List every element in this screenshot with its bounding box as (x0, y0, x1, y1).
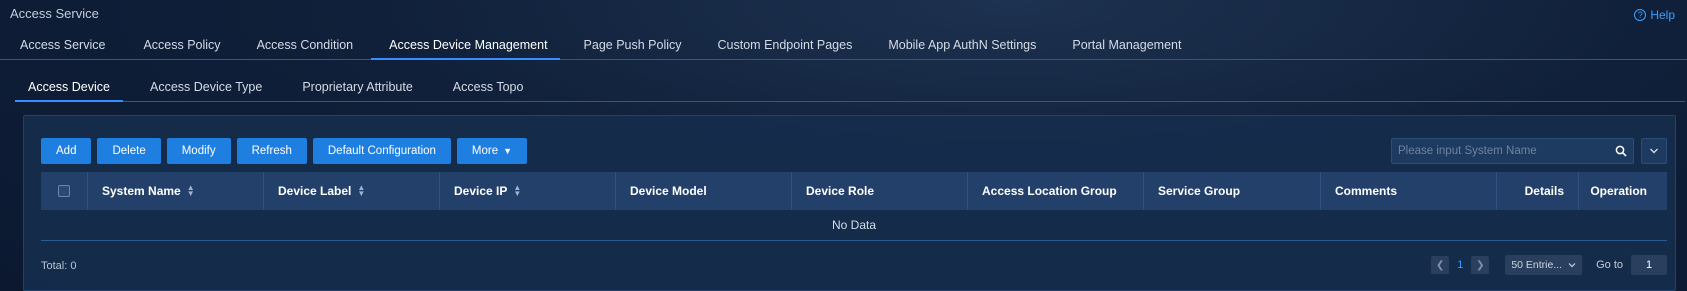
column-header-service-group: Service Group (1144, 172, 1321, 210)
column-header-system-name[interactable]: System Name ▲ ▼ (88, 172, 264, 210)
sort-icon: ▲ ▼ (513, 183, 522, 198)
select-all-checkbox[interactable] (58, 185, 70, 197)
column-header-device-model: Device Model (616, 172, 792, 210)
chevron-down-icon: ▼ (503, 146, 513, 156)
search-input[interactable] (1392, 145, 1609, 157)
page-size-select[interactable]: 50 Entrie... (1505, 255, 1583, 275)
refresh-button[interactable]: Refresh (236, 138, 307, 164)
content-panel: Add Delete Modify Refresh Default Config… (23, 115, 1676, 291)
total-count: Total: 0 (41, 260, 77, 272)
delete-button[interactable]: Delete (97, 138, 161, 164)
tab-proprietary-attribute[interactable]: Proprietary Attribute (289, 78, 425, 102)
help-label: Help (1650, 8, 1675, 22)
help-link[interactable]: ? Help (1634, 8, 1675, 22)
next-page-button[interactable]: ❯ (1471, 256, 1490, 274)
tab-access-topo[interactable]: Access Topo (440, 78, 537, 102)
tab-mobile-app-authn-settings[interactable]: Mobile App AuthN Settings (870, 36, 1054, 60)
empty-state: No Data (41, 210, 1667, 241)
main-tab-bar: Access Service Access Policy Access Cond… (0, 36, 1687, 60)
column-label: Device Label (278, 184, 352, 198)
column-header-operation: Operation (1590, 184, 1647, 198)
pagination: ❮ 1 ❯ 50 Entrie... Go to (1431, 255, 1667, 275)
tab-portal-management[interactable]: Portal Management (1054, 36, 1199, 60)
goto-page-input[interactable] (1631, 255, 1667, 275)
advanced-search-toggle[interactable] (1641, 138, 1667, 164)
tab-custom-endpoint-pages[interactable]: Custom Endpoint Pages (700, 36, 871, 60)
toolbar: Add Delete Modify Refresh Default Config… (41, 138, 528, 164)
more-label: More (471, 145, 499, 157)
chevron-down-icon (1650, 148, 1658, 154)
page-number[interactable]: 1 (1457, 259, 1463, 271)
search-icon[interactable] (1609, 139, 1633, 163)
table-footer: Total: 0 ❮ 1 ❯ 50 Entrie... Go to (41, 255, 1667, 277)
sub-tab-bar: Access Device Access Device Type Proprie… (15, 78, 1685, 102)
more-button[interactable]: More ▼ (456, 138, 528, 164)
prev-page-button[interactable]: ❮ (1431, 256, 1450, 274)
help-icon: ? (1634, 9, 1647, 21)
page-title: Access Service (10, 6, 99, 21)
default-configuration-button[interactable]: Default Configuration (312, 138, 451, 164)
column-label: System Name (102, 184, 181, 198)
goto-label: Go to (1596, 259, 1623, 271)
tab-access-condition[interactable]: Access Condition (239, 36, 372, 60)
search-box (1391, 138, 1634, 164)
modify-button[interactable]: Modify (166, 138, 231, 164)
tab-access-policy[interactable]: Access Policy (125, 36, 238, 60)
table-header: System Name ▲ ▼ Device Label ▲ ▼ Device IP… (41, 172, 1667, 210)
column-header-details: Details (1497, 172, 1579, 210)
header-checkbox-cell (41, 172, 88, 210)
tab-access-service[interactable]: Access Service (0, 36, 125, 60)
column-header-access-location-group: Access Location Group (968, 172, 1144, 210)
column-header-device-role: Device Role (792, 172, 968, 210)
page-size-value: 50 Entrie... (1511, 259, 1563, 271)
column-label: Device IP (454, 184, 508, 198)
device-table: System Name ▲ ▼ Device Label ▲ ▼ Device IP… (41, 172, 1667, 241)
tab-access-device[interactable]: Access Device (15, 78, 123, 102)
column-header-device-label[interactable]: Device Label ▲ ▼ (264, 172, 440, 210)
column-header-device-ip[interactable]: Device IP ▲ ▼ (440, 172, 616, 210)
sort-icon: ▲ ▼ (186, 183, 195, 198)
column-header-comments: Comments (1321, 172, 1497, 210)
sort-icon: ▲ ▼ (357, 183, 366, 198)
tab-access-device-management[interactable]: Access Device Management (371, 36, 560, 60)
tab-access-device-type[interactable]: Access Device Type (137, 78, 275, 102)
chevron-down-icon (1568, 263, 1576, 268)
add-button[interactable]: Add (41, 138, 92, 164)
tab-page-push-policy[interactable]: Page Push Policy (560, 36, 700, 60)
